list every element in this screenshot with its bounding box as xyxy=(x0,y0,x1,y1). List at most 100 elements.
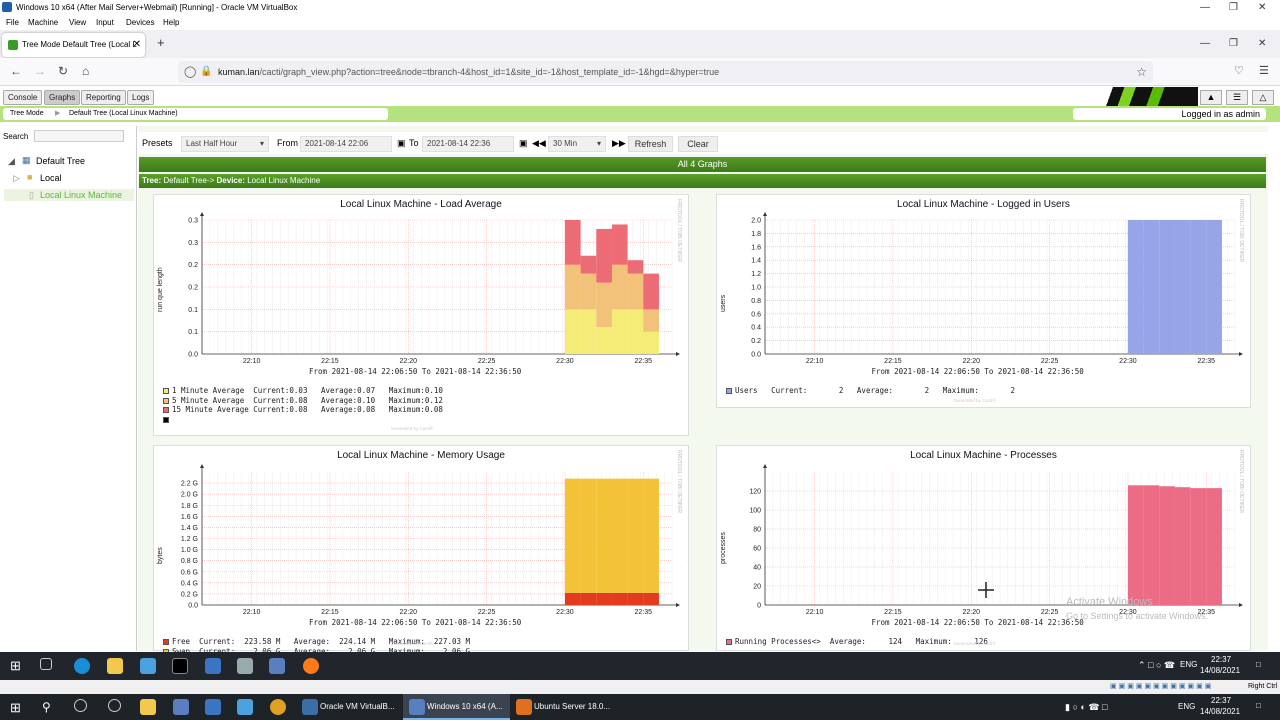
close-icon[interactable]: ✕ xyxy=(1258,0,1266,15)
vbox-status-icons[interactable]: ▣▣▣▣▣▣▣▣▣▣▣▣ xyxy=(1110,680,1213,694)
vm-settings-icon[interactable] xyxy=(237,658,253,674)
host-app-icon[interactable] xyxy=(205,699,221,715)
host-vm-icon[interactable] xyxy=(409,699,425,715)
to-date-input[interactable]: 2021-08-14 22:36 xyxy=(422,136,514,152)
vm-network-icon[interactable] xyxy=(269,658,285,674)
breadcrumb-tree-mode[interactable]: Tree Mode xyxy=(10,108,44,120)
graph-memory-usage[interactable]: Local Linux Machine - Memory Usage 22:10 2… xyxy=(153,445,689,656)
tab-logs[interactable]: Logs xyxy=(127,90,155,105)
vm-tray-icons[interactable]: ⌃ □ ○ ☎ xyxy=(1138,660,1175,671)
x-tick-label: 22:25 xyxy=(1041,609,1059,616)
menu-machine[interactable]: Machine xyxy=(28,15,58,30)
vm-explorer-icon[interactable] xyxy=(107,658,123,674)
host-clock-time[interactable]: 22:37 xyxy=(1211,696,1231,705)
tree-site-local[interactable]: Local xyxy=(40,173,62,183)
time-range-text: From 2021-08-14 22:06:50 To 2021-08-14 2… xyxy=(871,618,1084,627)
legend-swatch xyxy=(163,639,169,645)
host-network-icon[interactable] xyxy=(173,699,189,715)
refresh-button[interactable]: Refresh xyxy=(628,136,673,152)
menu-input[interactable]: Input xyxy=(96,15,114,30)
breadcrumb-default-tree[interactable]: Default Tree (Local Linux Machine) xyxy=(69,108,178,120)
host-task-windows10[interactable]: Windows 10 x64 (A... xyxy=(427,702,503,711)
host-window-icon[interactable] xyxy=(237,699,253,715)
vm-clock-time[interactable]: 22:37 xyxy=(1211,655,1231,664)
reload-icon[interactable]: ↻ xyxy=(58,64,68,78)
shift-forward-icon[interactable]: ▶▶ xyxy=(612,138,626,149)
url-bar[interactable]: ◯ 🔒 kuman.lan/cacti/graph_view.php?actio… xyxy=(178,61,1153,83)
graph-logged-in-users[interactable]: Local Linux Machine - Logged in Users 22:… xyxy=(716,194,1251,408)
host-notification-icon[interactable]: □ xyxy=(1256,701,1261,710)
host-virtualbox-icon[interactable] xyxy=(302,699,318,715)
from-calendar-icon[interactable]: ▣ xyxy=(397,138,406,149)
menu-file[interactable]: File xyxy=(6,15,19,30)
to-calendar-icon[interactable]: ▣ xyxy=(519,138,528,149)
menu-devices[interactable]: Devices xyxy=(126,15,154,30)
pocket-icon[interactable]: ♡ xyxy=(1234,64,1244,77)
vm-start-icon[interactable]: ⊞ xyxy=(10,658,26,674)
browser-minimize-icon[interactable]: — xyxy=(1200,38,1210,49)
expand-root-icon[interactable]: ◢ xyxy=(8,156,15,167)
menu-view[interactable]: View xyxy=(69,15,86,30)
home-icon[interactable]: ⌂ xyxy=(82,64,89,78)
from-date-input[interactable]: 2021-08-14 22:06 xyxy=(300,136,392,152)
minimize-icon[interactable]: — xyxy=(1200,0,1210,15)
x-tick-label: 22:35 xyxy=(1198,358,1216,365)
browser-tab[interactable]: Tree Mode Default Tree (Local L ✕ xyxy=(2,33,145,57)
y-tick-label: 0.4 xyxy=(751,325,761,332)
menu-help[interactable]: Help xyxy=(163,15,179,30)
y-tick-label: 0.2 xyxy=(188,262,198,269)
restore-icon[interactable]: ❐ xyxy=(1229,0,1238,15)
preset-select[interactable]: Last Half Hour ▾ xyxy=(181,136,269,152)
host-search-icon[interactable]: ⚲ xyxy=(42,700,51,714)
vm-store-icon[interactable] xyxy=(140,658,156,674)
tab-graphs[interactable]: Graphs xyxy=(44,90,81,105)
host-start-icon[interactable]: ⊞ xyxy=(10,700,21,716)
tree-view-icon[interactable]: ▲ xyxy=(1200,90,1222,105)
browser-close-icon[interactable]: ✕ xyxy=(1258,38,1266,49)
y-tick-label: 0.3 xyxy=(188,240,198,247)
host-lang[interactable]: ENG xyxy=(1178,702,1195,711)
tab-console[interactable]: Console xyxy=(3,90,43,105)
y-tick-label: 0.3 xyxy=(188,218,198,225)
y-axis-arrow xyxy=(763,464,767,468)
vm-edge-icon[interactable] xyxy=(74,658,90,674)
forward-icon[interactable]: → xyxy=(34,64,46,78)
host-media-icon[interactable] xyxy=(108,699,121,712)
tree-root[interactable]: Default Tree xyxy=(36,156,85,166)
preview-view-icon[interactable]: △ xyxy=(1252,90,1274,105)
host-explorer-icon[interactable] xyxy=(140,699,156,715)
graph-load-average[interactable]: Local Linux Machine - Load Average 22:10 2… xyxy=(153,194,689,436)
vm-app-icon[interactable] xyxy=(205,658,221,674)
y-axis-label: users xyxy=(720,294,727,312)
new-tab-icon[interactable]: + xyxy=(157,35,165,50)
vm-terminal-icon[interactable] xyxy=(172,658,188,674)
timespan-select[interactable]: 30 Min ▾ xyxy=(548,136,606,152)
vm-firefox-icon[interactable] xyxy=(303,658,319,674)
vm-lang[interactable]: ENG xyxy=(1180,660,1197,669)
browser-restore-icon[interactable]: ❐ xyxy=(1229,38,1238,49)
tree-device[interactable]: Local Linux Machine xyxy=(40,190,122,200)
clear-button[interactable]: Clear xyxy=(678,136,718,152)
host-task-virtualbox[interactable]: Oracle VM VirtualB... xyxy=(320,702,395,711)
tab-close-icon[interactable]: ✕ xyxy=(133,33,141,57)
host-tray-icons[interactable]: ▮ ○ ◐ ☎ □ xyxy=(1065,702,1107,713)
y-tick-label: 0.8 G xyxy=(181,558,198,565)
search-input[interactable] xyxy=(34,130,124,142)
host-clock-date[interactable]: 14/08/2021 xyxy=(1200,707,1240,716)
shift-back-icon[interactable]: ◀◀ xyxy=(532,138,546,149)
bookmark-star-icon[interactable]: ☆ xyxy=(1136,61,1147,83)
host-chrome-icon[interactable] xyxy=(270,699,286,715)
legend-text: Users Current: 2 Average: 2 Maximum: 2 xyxy=(735,386,1015,395)
logged-in-user[interactable]: Logged in as admin xyxy=(1073,108,1266,120)
list-view-icon[interactable]: ☰ xyxy=(1226,90,1248,105)
expand-site-icon[interactable]: ▷ xyxy=(13,173,20,184)
tab-reporting[interactable]: Reporting xyxy=(81,90,126,105)
hamburger-menu-icon[interactable]: ☰ xyxy=(1259,64,1269,77)
vm-notification-icon[interactable]: □ xyxy=(1256,660,1261,669)
host-ubuntu-icon[interactable] xyxy=(516,699,532,715)
vm-clock-date[interactable]: 14/08/2021 xyxy=(1200,666,1240,675)
host-cortana-icon[interactable] xyxy=(74,699,87,712)
vm-taskview-icon[interactable] xyxy=(40,658,52,670)
host-task-ubuntu[interactable]: Ubuntu Server 18.0... xyxy=(534,702,610,711)
back-icon[interactable]: ← xyxy=(10,64,22,78)
